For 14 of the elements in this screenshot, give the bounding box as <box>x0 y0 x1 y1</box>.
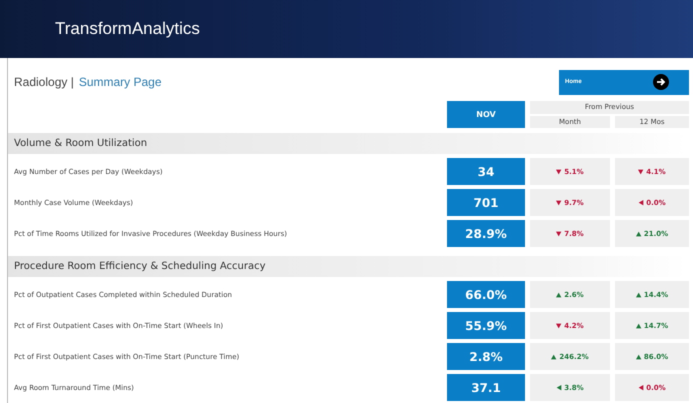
metric-value: 28.9% <box>447 220 525 247</box>
summary-page-link[interactable]: Summary Page <box>78 75 162 89</box>
section-title: Volume & Room Utilization <box>14 138 148 149</box>
arrow-right-icon <box>653 74 669 90</box>
app-title: TransformAnalytics <box>55 19 200 39</box>
metric-value: 34 <box>447 158 525 185</box>
section-title: Procedure Room Efficiency & Scheduling Accuracy <box>14 261 266 272</box>
metric-value: 2.8% <box>447 343 525 370</box>
metric-value: 701 <box>447 189 525 216</box>
month-header: NOV <box>447 101 525 128</box>
metric-value: 55.9% <box>447 312 525 339</box>
department-label: Radiology | <box>14 75 74 89</box>
metric-value: 66.0% <box>447 281 525 308</box>
metric-value: 37.1 <box>447 374 525 401</box>
